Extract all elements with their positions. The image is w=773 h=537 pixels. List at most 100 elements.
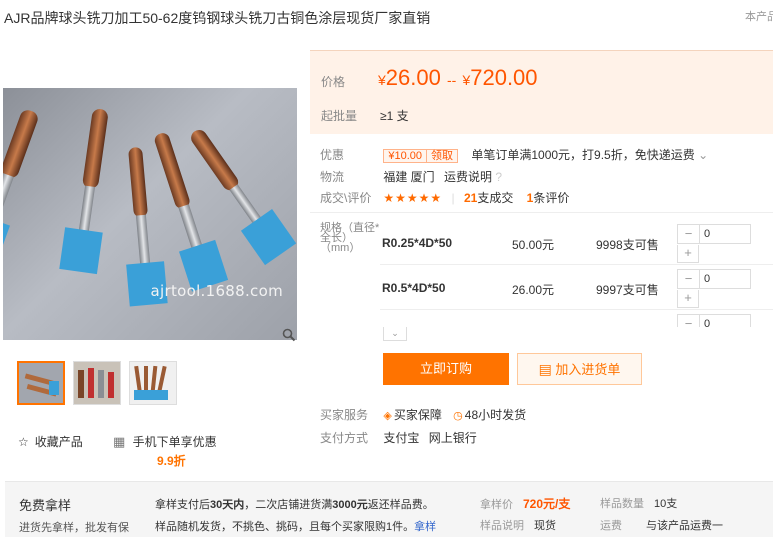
minus-button[interactable]: − [677,269,699,289]
spec-name: R0.5*4D*50 [382,281,446,295]
freight-info-link[interactable]: 运费说明 [444,170,492,184]
spec-row: R0.5*4D*50 26.00元 9997支可售 − 0 + [380,266,773,310]
payment-row: 支付方式 支付宝 网上银行 [320,429,477,446]
plus-button[interactable]: + [677,245,699,263]
mobile-discount: 9.9折 [157,454,186,468]
rule-text: ，二次店铺进货满 [244,499,333,511]
spec-price: 26.00元 [512,283,555,297]
rule-text: 样品随机发货，不挑色、挑码，且每个买家限购1件。 [155,521,415,533]
mobile-order-promo[interactable]: ▦ 手机下单享优惠 9.9折 [113,433,217,469]
favorite-label: 收藏产品 [34,435,83,449]
thumb-image [74,362,120,404]
sample-rule-2: 样品随机发货，不挑色、挑码，且每个买家限购1件。拿样 [155,518,436,534]
sample-rule-1: 拿样支付后30天内，二次店铺进货满3000元返还样品费。 [155,496,434,512]
review-count-link[interactable]: 1条评价 [527,191,570,205]
deal-count-link[interactable]: 21支成交 [464,191,513,205]
main-product-image[interactable]: ajrtool.1688.com [3,88,297,340]
info-icon[interactable]: ? [495,170,502,184]
minus-button[interactable]: − [677,224,699,244]
deal-count: 21 [463,191,478,205]
corner-note: 本产品 [745,11,773,23]
promo-text: 单笔订单满1000元，打9.5折，免快递运费 [471,148,695,162]
coupon-button[interactable]: ¥10.00 领取 [383,149,458,163]
logistics-location: 福建 厦门 [383,170,435,184]
quantity-input[interactable]: 0 [699,224,751,244]
coupon-amount: ¥10.00 [388,150,422,162]
divider [310,212,773,213]
buyer-service-row: 买家服务 ◈ 买家保障 ◷ 48小时发货 [320,406,526,423]
quantity-input[interactable]: 0 [699,314,751,327]
order-now-button[interactable]: 立即订购 [383,353,509,385]
add-to-cart-label: 加入进货单 [555,362,621,377]
expand-specs-button[interactable]: ⌄ [383,327,407,341]
thumbnail-2[interactable] [73,361,121,405]
thumbnail-3[interactable] [129,361,177,405]
price-high: 720.00 [470,65,538,90]
rating-stars: ★★★★★ [383,191,443,205]
rule-days: 30天内 [210,499,245,511]
price-low: 26.00 [385,65,441,90]
product-title: AJR品牌球头铣刀加工50-62度钨钢球头铣刀古铜色涂层现货厂家直销 [4,10,431,26]
moq-label: 起批量 [321,109,358,123]
sample-qty-label: 样品数量 [600,498,644,510]
currency-symbol: ¥ [378,72,386,88]
quantity-input[interactable]: 0 [699,269,751,289]
payment-bank: 网上银行 [428,431,477,445]
price-range: ¥26.00 -- ¥720.00 [378,65,538,91]
rule-text: 拿样支付后 [155,499,210,511]
sample-title: 免费拿样 [19,498,72,513]
sample-price-label: 拿样价 [480,499,513,511]
rule-text: 返还样品费。 [367,499,434,511]
watermark: ajrtool.1688.com [150,282,283,300]
sample-note-label: 样品说明 [480,520,524,532]
spec-stock: 9997支可售 [596,283,659,297]
deal-unit: 支成交 [477,191,514,205]
payment-alipay: 支付宝 [383,431,420,445]
buyer-service-label: 买家服务 [320,408,369,422]
deal-label: 成交\评价 [320,191,372,205]
logistics-label: 物流 [320,170,345,184]
qr-code-icon: ▦ [113,434,126,449]
price-label: 价格 [321,75,346,89]
coupon-claim: 领取 [426,150,453,162]
rule-amount: 3000元 [332,499,368,511]
chevron-down-icon: ⌄ [391,328,399,338]
thumb-image [130,362,176,404]
shield-icon: ◈ [383,410,392,422]
sample-freight: 运费 与该产品运费一 [600,517,723,533]
clipboard-icon: ▤ [538,361,552,377]
promo-row: 优惠 ¥10.00 领取 单笔订单满1000元，打9.5折，免快递运费 ⌄ [320,146,708,163]
favorite-product[interactable]: ☆ 收藏产品 [18,433,83,450]
quantity-stepper: − 0 [677,314,751,327]
sample-price: 拿样价 720元/支 [480,495,570,512]
mobile-label: 手机下单享优惠 [132,435,217,449]
buyer-protection[interactable]: 买家保障 [394,408,442,422]
ship-48h[interactable]: 48小时发货 [465,408,526,422]
magnifier-icon[interactable] [282,328,296,342]
review-unit: 条评价 [533,191,570,205]
sample-note: 样品说明 现货 [480,517,556,533]
price-separator: -- [446,72,457,88]
star-outline-icon: ☆ [18,434,29,449]
spec-row: R0.25*4D*50 50.00元 9998支可售 − 0 + [380,221,773,265]
chevron-down-icon[interactable]: ⌄ [698,148,708,162]
minus-button[interactable]: − [677,314,699,327]
quantity-stepper: − 0 + [677,224,751,263]
sample-note-value: 现货 [534,520,556,532]
quantity-stepper: − 0 + [677,269,751,308]
spec-name: R0.25*4D*50 [382,236,453,250]
sample-freight-label: 运费 [600,520,622,532]
plus-button[interactable]: + [677,290,699,308]
spec-price: 50.00元 [512,238,555,252]
sample-qty: 样品数量 10支 [600,495,677,511]
clock-icon: ◷ [453,410,463,422]
sample-subtitle: 进货先拿样，批发有保 [19,522,129,534]
sample-link[interactable]: 拿样 [414,521,436,533]
thumbnail-1[interactable] [17,361,65,405]
add-to-cart-button[interactable]: ▤ 加入进货单 [517,353,642,385]
spec-row: − 0 [380,311,773,327]
spec-label-line: （mm） [320,242,361,254]
thumb-image [19,363,63,403]
free-sample-bar: 免费拿样 进货先拿样，批发有保 拿样支付后30天内，二次店铺进货满3000元返还… [5,481,773,537]
logistics-row: 物流 福建 厦门 运费说明 ? [320,168,502,185]
